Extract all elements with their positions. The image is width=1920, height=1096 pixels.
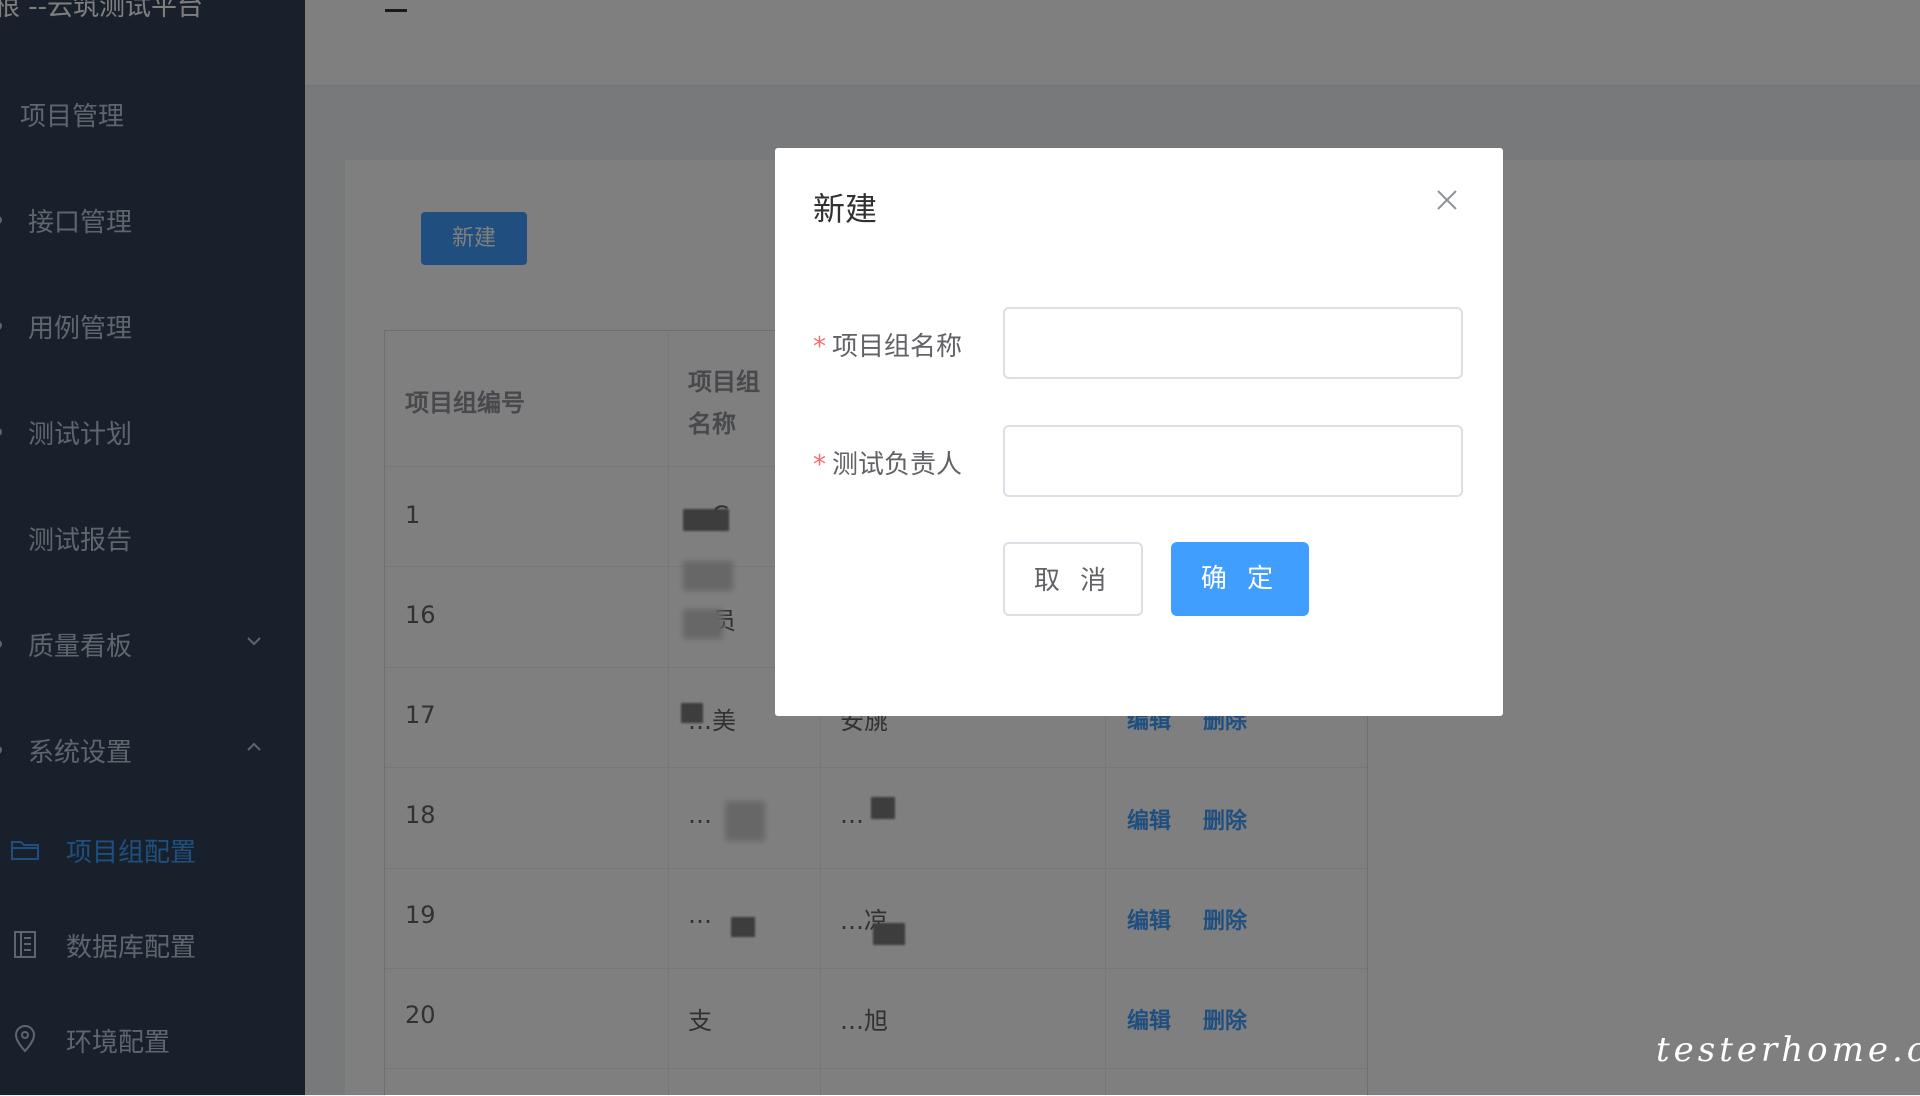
confirm-button[interactable]: 确 定 (1171, 542, 1309, 616)
field-label-text: 测试负责人 (832, 450, 963, 480)
dialog-title: 新建 (813, 190, 878, 228)
project-group-name-input[interactable] (1003, 307, 1463, 379)
watermark: testerhome.com (1656, 1030, 1920, 1070)
field-label-text: 项目组名称 (832, 332, 963, 362)
project-group-name-label: * 项目组名称 (813, 326, 962, 363)
test-owner-input[interactable] (1003, 425, 1463, 497)
required-mark: * (813, 332, 826, 362)
test-owner-label: * 测试负责人 (813, 444, 962, 481)
close-icon[interactable] (1435, 188, 1459, 212)
required-mark: * (813, 450, 826, 480)
new-project-group-dialog: 新建 * 项目组名称 * 测试负责人 取 消 确 定 (775, 148, 1503, 716)
cancel-button[interactable]: 取 消 (1003, 542, 1143, 616)
